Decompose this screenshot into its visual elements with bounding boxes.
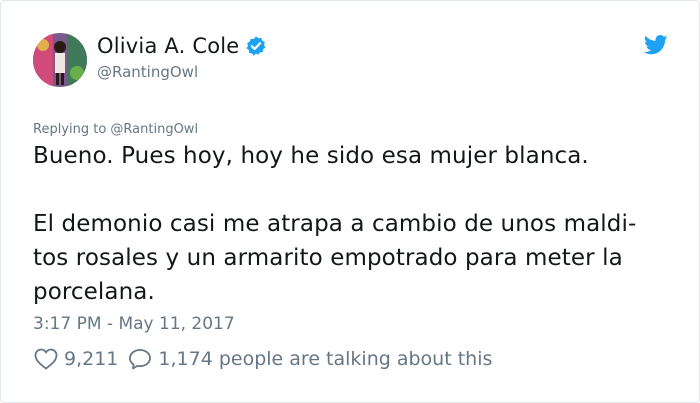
tweet-text-line: El demonio casi me atrapa a cambio de un… bbox=[33, 211, 637, 237]
heart-icon[interactable] bbox=[34, 348, 58, 370]
author-name[interactable]: Olivia A. Cole bbox=[97, 34, 239, 58]
verified-badge-icon bbox=[246, 36, 266, 56]
tweet-text-line: Bueno. Pues hoy, hoy he sido esa mujer b… bbox=[33, 143, 589, 169]
tweet-text-line: tos rosales y un armarito empotrado para… bbox=[33, 245, 623, 271]
conversation-link[interactable]: 1,174 people are talking about this bbox=[158, 348, 492, 370]
author-handle[interactable]: @RantingOwl bbox=[97, 63, 198, 81]
replying-to[interactable]: Replying to @RantingOwl bbox=[33, 122, 198, 137]
tweet-actions: 9,211 1,174 people are talking about thi… bbox=[34, 348, 492, 370]
tweet-timestamp[interactable]: 3:17 PM - May 11, 2017 bbox=[33, 314, 235, 334]
tweet-body: Bueno. Pues hoy, hoy he sido esa mujer b… bbox=[33, 139, 673, 309]
tweet-card: Olivia A. Cole @RantingOwl Replying to @… bbox=[0, 0, 700, 403]
likes-count[interactable]: 9,211 bbox=[64, 348, 118, 370]
speech-bubble-icon[interactable] bbox=[128, 348, 152, 370]
avatar[interactable] bbox=[33, 33, 87, 87]
author-row: Olivia A. Cole bbox=[97, 34, 267, 58]
avatar-image bbox=[33, 33, 87, 87]
tweet-text-line: porcelana. bbox=[33, 279, 155, 305]
twitter-bird-icon[interactable] bbox=[644, 35, 668, 55]
